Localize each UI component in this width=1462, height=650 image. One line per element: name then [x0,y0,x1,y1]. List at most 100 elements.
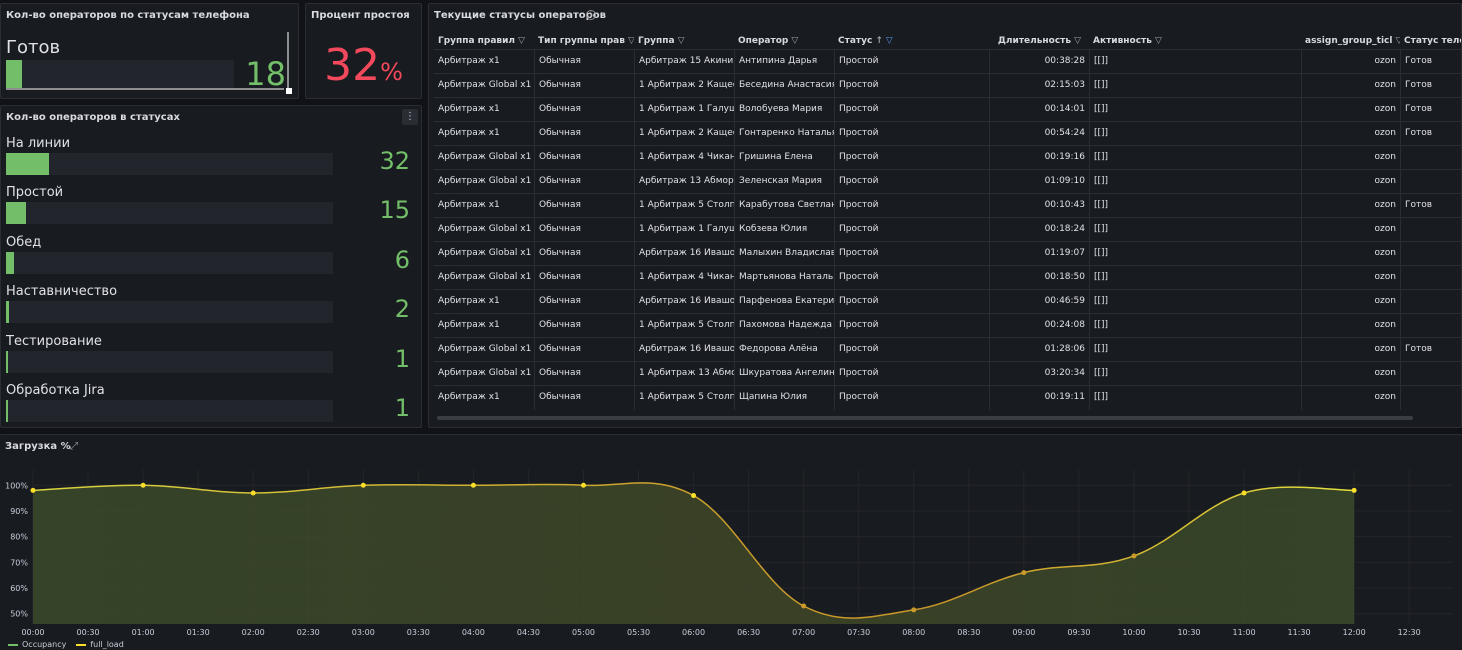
table-cell: Волобуева Мария [734,98,834,122]
x-tick-label: 09:30 [1067,628,1090,637]
table-row[interactable]: Арбитраж Global x1 Обычная 1 Арбитраж 1 Га… [434,217,1461,242]
table-cell: Обычная [534,386,634,410]
table-cell: Арбитраж Global x1 [438,248,532,258]
column-header-label: Тип группы прав [538,36,625,46]
table-cell: Обычная [534,122,634,146]
resize-handle[interactable] [286,88,292,94]
data-point [1351,487,1357,493]
table-cell: 03:20:34 [989,362,1089,386]
table-cell: ozon [1301,242,1400,266]
table-cell: Обычная [534,170,634,194]
filter-icon[interactable]: ▽ [1155,36,1162,46]
table-row[interactable]: Арбитраж Global x1 Обычная 1 Арбитраж 13 А… [434,361,1461,386]
table-cell: 01:28:06 [989,338,1089,362]
table-cell: Пахомова Надежда [734,314,834,338]
sort-ascending-icon[interactable]: ↑ [875,36,883,46]
table-row[interactable]: Арбитраж x1Обычная1 Арбитраж 2 КащееваГо… [434,121,1461,146]
table-row[interactable]: Арбитраж Global x1 Обычная Арбитраж 16 Ива… [434,241,1461,266]
x-tick-label: 06:30 [737,628,760,637]
info-icon[interactable]: i [586,10,596,20]
table-cell: Обычная [534,194,634,218]
x-tick-label: 06:00 [682,628,705,637]
status-bar-row: На линии 32 [6,136,418,186]
table-cell: 1 Арбитраж 2 Кащеева [634,74,734,98]
bar-gauge-fill [6,60,22,90]
status-bar-fill [6,351,8,373]
table-cell: Арбитраж Global x1 [438,152,532,162]
vertical-scrollbar[interactable] [287,32,289,90]
filter-icon[interactable]: ▽ [1074,36,1081,46]
table-row[interactable]: Арбитраж Global x1 Обычная Арбитраж 16 Ива… [434,337,1461,362]
table-cell: [[]] [1089,170,1301,194]
table-cell: 1 Арбитраж 5 Столповская [634,314,734,338]
table-cell: Арбитраж Global x1 [438,344,532,354]
filter-icon[interactable]: ▽ [518,36,525,46]
data-point [911,607,917,613]
x-tick-label: 02:00 [242,628,265,637]
table-cell: Готов [1400,98,1461,122]
table-cell: Обычная [534,218,634,242]
table-cell [1400,386,1461,410]
table-cell: Простой [834,146,989,170]
filter-icon[interactable]: ▽ [886,36,893,46]
stat-label: Готов [6,37,61,58]
table-row[interactable]: Арбитраж Global x1 Обычная 1 Арбитраж 4 Чи… [434,145,1461,170]
table-row[interactable]: Арбитраж x1 ОбычнаяАрбитраж 15 АкининаАнт… [434,49,1461,74]
table-cell: Простой [834,194,989,218]
stat-value: 32 [324,40,381,91]
table-cell: [[]] [1089,266,1301,290]
table-cell: 1 Арбитраж 5 Столповская [634,194,734,218]
x-tick-label: 11:30 [1288,628,1311,637]
status-bar-fill [6,301,9,323]
status-bar-fill [6,153,49,175]
column-header-label: Статус теле [1404,36,1462,46]
table-cell [1400,170,1461,194]
table-cell: Арбитраж Global x1 [438,80,532,90]
chart-legend: Occupancy full_load [8,640,134,649]
table-cell: 1 Арбитраж 1 Галушко [634,98,734,122]
x-tick-label: 05:00 [572,628,595,637]
x-tick-label: 03:30 [407,628,430,637]
horizontal-scrollbar[interactable] [6,88,284,90]
table-cell: [[]] [1089,242,1301,266]
data-point [1131,553,1137,559]
load-chart: 50% 60% 70% 80% 90% 100% 00:00 00:30 01:00 01:30 0… [5,470,1452,637]
table-row[interactable]: Арбитраж Global x1 Обычная Арбитраж 13 Абм… [434,169,1461,194]
table-row[interactable]: Арбитраж x1 Обычная1 Арбитраж 5 Столповск… [434,193,1461,218]
filter-icon[interactable]: ▽ [791,36,798,46]
table-row[interactable]: Арбитраж x1 Обычная1 Арбитраж 1 ГалушкоВо… [434,97,1461,122]
table-row[interactable]: Арбитраж x1 Обычная1 Арбитраж 5 Столповск… [434,385,1461,410]
table-row[interactable]: Арбитраж Global x1 Обычная 1 Арбитраж 2 Ка… [434,73,1461,98]
legend-item[interactable]: Occupancy [8,640,66,649]
table-cell: 00:54:24 [989,122,1089,146]
table-cell: Парфенова Екатерина [734,290,834,314]
table-cell: [[]] [1089,50,1301,74]
status-bar-track [6,351,333,373]
table-row[interactable]: Арбитраж x1 Обычная1 Арбитраж 5 Столповск… [434,313,1461,338]
table-row[interactable]: Арбитраж x1 ОбычнаяАрбитраж 16 ИвашоваПар… [434,289,1461,314]
horizontal-scrollbar[interactable] [437,416,1413,420]
table-row[interactable]: Арбитраж Global x1 Обычная 1 Арбитраж 4 Чи… [434,265,1461,290]
table-cell: Простой [834,266,989,290]
table-cell: Обычная [534,290,634,314]
x-tick-label: 09:00 [1012,628,1035,637]
x-tick-label: 11:00 [1233,628,1256,637]
table-cell: Гонтаренко Наталья [734,122,834,146]
table-cell: Простой [834,98,989,122]
table-cell: 00:14:01 [989,98,1089,122]
table-cell [1400,362,1461,386]
table-cell: [[]] [1089,98,1301,122]
table-cell: [[]] [1089,74,1301,98]
table-cell: Арбитраж x1 [438,104,500,114]
data-point [140,482,146,488]
table-cell: Арбитраж x1 [438,200,500,210]
table-cell: Мартьянова Наталья [734,266,834,290]
column-header-label: assign_group_ticl [1305,36,1393,46]
filter-icon[interactable]: ▽ [678,36,685,46]
status-bar-row: Обработка Jira 1 [6,383,418,427]
stat-unit: % [380,58,403,86]
legend-item[interactable]: full_load [76,640,124,649]
table-cell: Простой [834,386,989,410]
status-bar-value: 6 [394,246,410,274]
kebab-icon[interactable]: ⋮ [402,109,418,125]
